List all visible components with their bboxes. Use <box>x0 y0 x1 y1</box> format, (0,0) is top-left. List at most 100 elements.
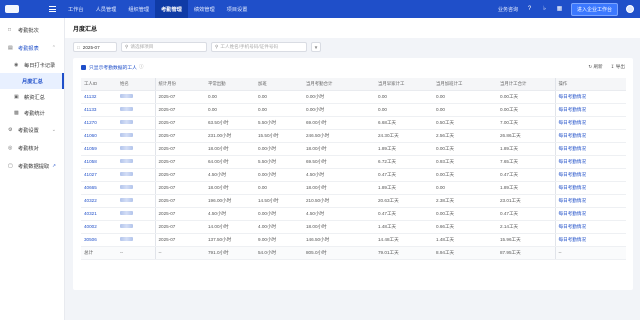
cell-normal: 196.00小时 <box>205 194 255 208</box>
only-show-attendance-checkbox[interactable] <box>81 64 86 70</box>
chevron-down-icon: ⌄ <box>51 127 56 133</box>
daily-attendance-link[interactable]: 每日考勤情况 <box>554 129 626 143</box>
total-dash: -- <box>117 246 155 260</box>
refresh-button[interactable]: ↻ 刷新 <box>588 64 602 70</box>
cell-ot-work: 0.00 <box>433 103 497 117</box>
worker-id-link[interactable]: 41270 <box>81 116 117 130</box>
worker-id-link[interactable]: 41059 <box>81 142 117 156</box>
worker-id-link[interactable]: 41133 <box>81 103 117 117</box>
daily-attendance-link[interactable]: 每日考勤情况 <box>554 233 626 247</box>
help-icon[interactable]: ? <box>526 6 533 13</box>
worker-name-redacted <box>117 181 155 195</box>
cell-ot-work: 2.38工天 <box>433 194 497 208</box>
cell-work-total: 0.00工天 <box>497 90 555 104</box>
summary-card: 只显示考勤数据的工人 ⓘ ↻ 刷新 ↧ 导出 工人ID 姓名 统计月份 平常出勤… <box>73 58 633 290</box>
nav-attendance[interactable]: 考勤管理 <box>155 0 188 18</box>
cell-month: 2025-07 <box>154 90 205 104</box>
header-overtime-work: 当月加班计工 <box>433 78 497 91</box>
cell-work-total: 2.14工天 <box>497 220 555 234</box>
sidebar: □ 考勤批次 ▤ 考勤报表 ⌃ ◉ 每日打卡记录 月度汇总 ▣ 薪资汇总 ▩ 考… <box>0 18 65 320</box>
total-label: 总计 <box>81 246 117 260</box>
daily-attendance-link[interactable]: 每日考勤情况 <box>554 220 626 234</box>
filter-button[interactable]: ▼ <box>311 42 321 52</box>
report-icon: ▤ <box>8 45 13 51</box>
worker-id-link[interactable]: 41027 <box>81 168 117 182</box>
daily-attendance-link[interactable]: 每日考勤情况 <box>554 155 626 169</box>
cell-att-total: 69.00小时 <box>303 116 375 130</box>
worker-id-link[interactable]: 40321 <box>81 207 117 221</box>
cell-month: 2025-07 <box>154 207 205 221</box>
business-consult-link[interactable]: 业务咨询 <box>498 6 518 13</box>
sidebar-item-data-extract[interactable]: ▢ 考勤数据提取 ↗ <box>0 157 64 175</box>
daily-attendance-link[interactable]: 每日考勤情况 <box>554 168 626 182</box>
daily-attendance-link[interactable]: 每日考勤情况 <box>554 116 626 130</box>
daily-attendance-link[interactable]: 每日考勤情况 <box>554 90 626 104</box>
export-button[interactable]: ↧ 导出 <box>611 64 625 70</box>
enter-enterprise-workbench-button[interactable]: 进入企业工作台 <box>570 2 618 16</box>
sidebar-item-attendance-check[interactable]: ◎ 考勤核对 <box>0 139 64 157</box>
cell-work-total: 23.01工天 <box>497 194 555 208</box>
project-select[interactable]: ⚲ 请选择项目 <box>121 42 207 52</box>
cell-overtime: 0.00小时 <box>255 142 303 156</box>
sidebar-item-attendance-settings[interactable]: ⚙ 考勤设置 ⌄ <box>0 121 64 139</box>
daily-attendance-link[interactable]: 每日考勤情况 <box>554 142 626 156</box>
daily-attendance-link[interactable]: 每日考勤情况 <box>554 207 626 221</box>
daily-attendance-link[interactable]: 每日考勤情况 <box>554 181 626 195</box>
info-icon: ⓘ <box>138 64 144 69</box>
worker-id-link[interactable]: 41132 <box>81 90 117 104</box>
sidebar-item-attendance-report[interactable]: ▤ 考勤报表 ⌃ <box>0 39 64 57</box>
cell-att-total: 18.00小时 <box>303 220 375 234</box>
worker-id-link[interactable]: 40002 <box>81 220 117 234</box>
clock-icon: ◉ <box>14 62 19 68</box>
nav-personnel[interactable]: 人员管理 <box>90 0 123 18</box>
grid-apps-icon[interactable]: ▦ <box>556 6 563 13</box>
menu-toggle-icon[interactable] <box>42 0 62 18</box>
worker-id-link[interactable]: 41060 <box>81 129 117 143</box>
daily-attendance-link[interactable]: 每日考勤情况 <box>554 103 626 117</box>
cell-ot-work: 1.48工天 <box>433 233 497 247</box>
cell-work-total: 0.47工天 <box>497 207 555 221</box>
total-early: 79.01工天 <box>375 246 433 260</box>
cell-early: 1.89工天 <box>375 142 433 156</box>
header-name: 姓名 <box>117 78 155 91</box>
nav-workbench[interactable]: 工作台 <box>62 0 90 18</box>
worker-name-redacted <box>117 220 155 234</box>
cell-work-total: 26.86工天 <box>497 129 555 143</box>
cell-att-total: 210.50小时 <box>303 194 375 208</box>
worker-name-redacted <box>117 116 155 130</box>
table-total-row: 总计 -- -- 791.0小时 54.0小时 805.0小时 79.01工天 8.94工天 8… <box>81 246 626 260</box>
nav-project-settings[interactable]: 项目设置 <box>221 0 254 18</box>
sidebar-item-daily-punch[interactable]: ◉ 每日打卡记录 <box>0 57 64 73</box>
nav-performance[interactable]: 绩效管理 <box>188 0 221 18</box>
top-navigation-bar: 工作台 人员管理 组织管理 考勤管理 绩效管理 项目设置 业务咨询 ? ♭ ▦ … <box>0 0 640 18</box>
worker-id-link[interactable]: 30506 <box>81 233 117 247</box>
user-avatar[interactable] <box>626 5 634 13</box>
sidebar-item-attendance-stats[interactable]: ▩ 考勤统计 <box>0 105 64 121</box>
worker-name-redacted <box>117 233 155 247</box>
cell-early: 6.72工天 <box>375 155 433 169</box>
cell-ot-work: 2.56工天 <box>433 129 497 143</box>
cell-normal: 64.00小时 <box>205 155 255 169</box>
worker-id-link[interactable]: 41058 <box>81 155 117 169</box>
cell-ot-work: 0.00工天 <box>433 168 497 182</box>
nav-organization[interactable]: 组织管理 <box>122 0 155 18</box>
sidebar-item-monthly-summary[interactable]: 月度汇总 <box>0 73 64 89</box>
total-ot-work: 8.94工天 <box>433 246 497 260</box>
daily-attendance-link[interactable]: 每日考勤情况 <box>554 194 626 208</box>
sidebar-item-attendance-batch[interactable]: □ 考勤批次 <box>0 21 64 39</box>
gear-icon: ⚙ <box>8 127 13 133</box>
worker-search-input[interactable]: ⚲ 工人姓名/手机号码/证件号码 <box>211 42 307 52</box>
check-icon: ◎ <box>8 145 13 151</box>
table-row: 40002 2025-07 14.00小时 4.00小时 18.00小时 1.48工天 0.… <box>81 220 626 234</box>
worker-name-redacted <box>117 168 155 182</box>
notification-bell-icon[interactable]: ♭ <box>541 6 548 13</box>
sidebar-item-salary-summary[interactable]: ▣ 薪资汇总 <box>0 89 64 105</box>
cell-att-total: 246.50小时 <box>303 129 375 143</box>
page-title: 月度汇总 <box>65 18 640 38</box>
month-picker[interactable]: □ 2025-07 <box>73 42 117 52</box>
worker-id-link[interactable]: 40665 <box>81 181 117 195</box>
worker-name-redacted <box>117 194 155 208</box>
worker-id-link[interactable]: 40322 <box>81 194 117 208</box>
search-icon: ⚲ <box>215 44 219 49</box>
header-action: 操作 <box>554 78 626 91</box>
